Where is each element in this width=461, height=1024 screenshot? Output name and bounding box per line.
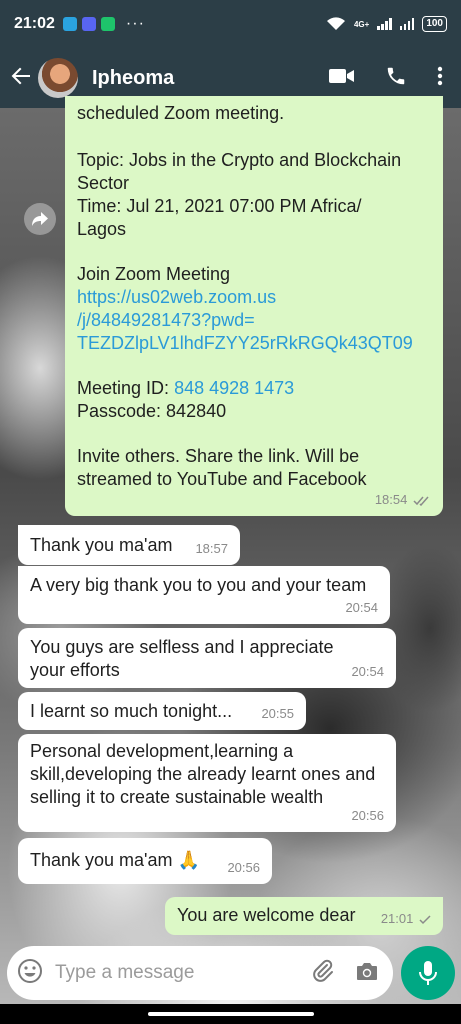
message-time: 20:56: [351, 808, 384, 823]
message-bubble-incoming[interactable]: I learnt so much tonight... 20:55: [18, 692, 306, 730]
message-text: Thank you ma'am: [30, 535, 173, 555]
message-time: 20:55: [261, 706, 294, 721]
home-gesture-handle[interactable]: [148, 1012, 314, 1016]
battery-icon: 100: [422, 16, 447, 32]
attach-icon[interactable]: [311, 959, 335, 988]
message-text: Passcode: 842840: [77, 401, 227, 421]
meeting-id-label: Meeting ID:: [77, 378, 170, 398]
status-bar: 21:02 ··· 4G+ 100: [0, 0, 461, 48]
zoom-link-part[interactable]: TEZDZlpLV1lhdFZYY25rRkRGQk43QT09: [77, 332, 431, 355]
telegram-icon: [62, 17, 77, 31]
message-text: You guys are selfless and I appreciate y…: [30, 637, 334, 680]
contact-name[interactable]: Ipheoma: [92, 67, 174, 90]
message-bubble-outgoing[interactable]: You are welcome dear 21:01: [165, 897, 443, 935]
message-text: You are welcome dear: [177, 905, 356, 925]
more-notifications-icon: ···: [125, 15, 145, 32]
message-bubble-incoming[interactable]: A very big thank you to you and your tea…: [18, 566, 390, 624]
forward-icon[interactable]: [24, 203, 56, 235]
message-text: scheduled Zoom meeting.: [77, 103, 285, 123]
meeting-id-line: Meeting ID: 848 4928 1473: [77, 377, 431, 400]
meeting-id-value[interactable]: 848 4928 1473: [174, 378, 294, 398]
signal-icon: [377, 18, 392, 30]
signal-icon-2: [399, 18, 415, 30]
zoom-link-part[interactable]: /j/84849281473?pwd=: [77, 309, 431, 332]
message-time: 21:01: [381, 907, 431, 930]
message-text: Topic: Jobs in the Crypto and Blockchain…: [77, 150, 402, 193]
arrow-left-icon[interactable]: [10, 63, 34, 94]
message-text: Time: Jul 21, 2021 07:00 PM Africa/ Lago…: [77, 196, 362, 239]
video-camera-icon[interactable]: [329, 67, 355, 90]
message-text: Personal development,learning a skill,de…: [30, 741, 376, 807]
discord-icon: [81, 17, 96, 31]
message-text: I learnt so much tonight...: [30, 701, 233, 721]
phone-icon[interactable]: [385, 65, 407, 92]
message-text: Invite others. Share the link. Will be s…: [77, 446, 367, 489]
message-bubble-incoming[interactable]: Thank you ma'am 18:57: [18, 525, 240, 565]
message-bubble-incoming[interactable]: Personal development,learning a skill,de…: [18, 734, 396, 832]
network-type-label: 4G+: [353, 19, 370, 29]
status-time: 21:02: [14, 15, 55, 32]
message-time: 20:54: [345, 600, 378, 615]
message-time: 20:56: [227, 860, 260, 875]
zoom-link[interactable]: https://us02web.zoom.us: [77, 286, 431, 309]
message-time: 20:54: [351, 664, 384, 679]
camera-icon[interactable]: [355, 960, 379, 987]
more-vertical-icon[interactable]: [437, 66, 443, 91]
message-text: Thank you ma'am 🙏: [30, 850, 200, 870]
message-time: 18:54: [375, 488, 431, 511]
message-input[interactable]: Type a message: [55, 962, 311, 984]
double-check-icon: [413, 496, 429, 506]
message-text: Join Zoom Meeting: [77, 264, 231, 284]
avatar[interactable]: [38, 58, 78, 98]
wifi-icon: [326, 17, 345, 30]
message-bubble-outgoing[interactable]: scheduled Zoom meeting. Topic: Jobs in t…: [65, 96, 443, 516]
microphone-button[interactable]: [401, 946, 455, 1000]
message-composer: Type a message: [7, 946, 393, 1000]
emoji-icon[interactable]: [17, 958, 43, 989]
message-time: 18:57: [195, 541, 228, 556]
shield-app-icon: [100, 17, 115, 31]
message-bubble-incoming[interactable]: You guys are selfless and I appreciate y…: [18, 628, 396, 688]
message-text: A very big thank you to you and your tea…: [30, 575, 367, 595]
message-bubble-incoming[interactable]: Thank you ma'am 🙏 20:56: [18, 838, 272, 884]
single-check-icon: [419, 915, 431, 924]
microphone-icon: [419, 961, 437, 985]
